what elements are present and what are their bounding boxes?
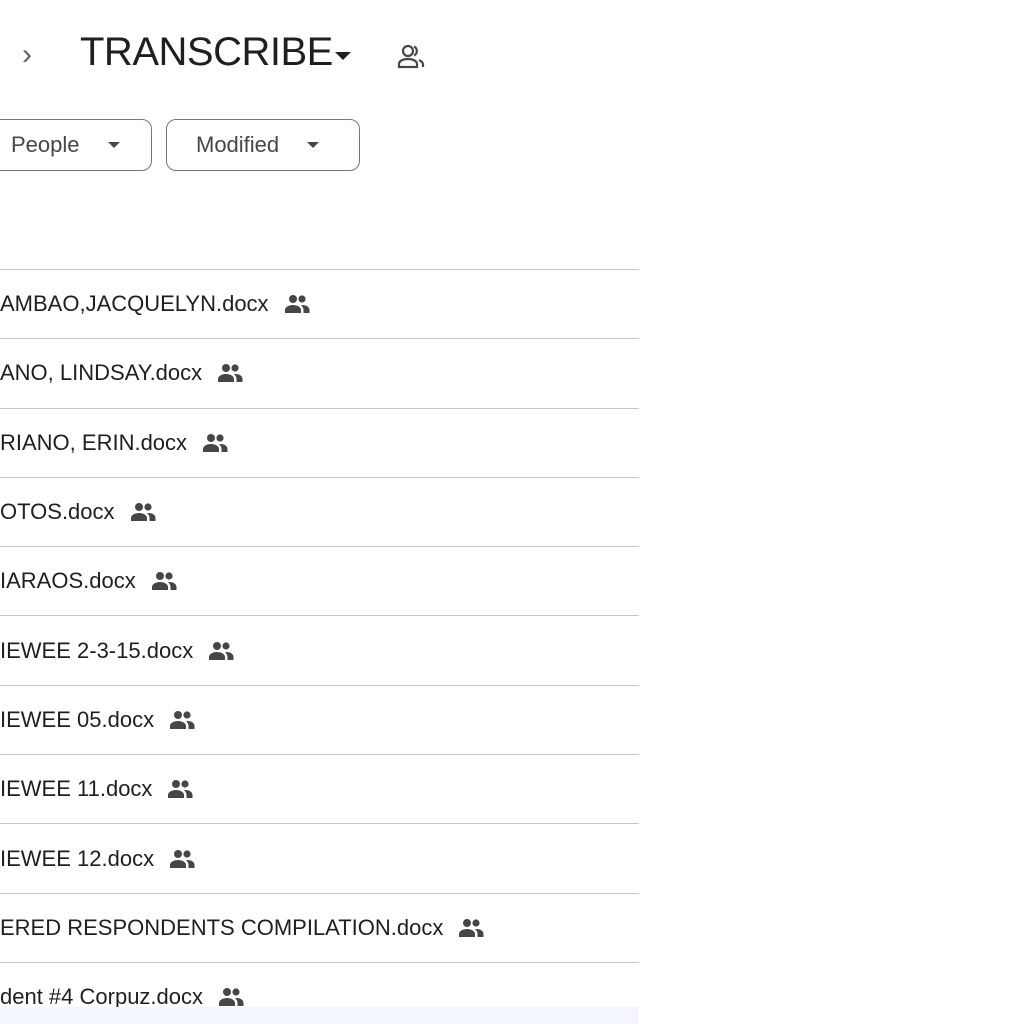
file-name: IEWEE 11.docx: [0, 776, 153, 802]
file-row[interactable]: OTOS.docx: [0, 476, 639, 546]
file-name: IARAOS.docx: [0, 568, 136, 594]
file-row[interactable]: IARAOS.docx: [0, 546, 639, 615]
shared-people-icon: [170, 710, 195, 729]
shared-people-icon: [284, 295, 310, 314]
shared-people-icon: [170, 849, 195, 868]
file-row[interactable]: ANO, LINDSAY.docx: [0, 338, 639, 407]
file-name: IEWEE 2-3-15.docx: [0, 637, 194, 663]
shared-folder-people-icon[interactable]: [396, 42, 426, 70]
file-row[interactable]: ERED RESPONDENTS COMPILATION.docx: [0, 892, 639, 962]
shared-people-icon: [203, 433, 228, 452]
list-footer-strip: [0, 1007, 639, 1024]
caret-down-icon: [107, 142, 120, 148]
file-name: IEWEE 05.docx: [0, 706, 155, 732]
file-name: ANO, LINDSAY.docx: [0, 360, 203, 386]
file-row[interactable]: IEWEE 12.docx: [0, 823, 639, 892]
file-row[interactable]: IEWEE 05.docx: [0, 684, 639, 754]
modified-filter-chip[interactable]: Modified: [166, 119, 360, 171]
caret-down-icon[interactable]: [335, 52, 351, 60]
file-row[interactable]: IEWEE 11.docx: [0, 754, 639, 823]
people-filter-chip[interactable]: People: [0, 119, 152, 171]
file-name: ERED RESPONDENTS COMPILATION.docx: [0, 914, 444, 940]
shared-people-icon: [168, 780, 193, 799]
shared-people-icon: [209, 641, 234, 660]
shared-people-icon: [151, 572, 177, 591]
file-name: AMBAO,JACQUELYN.docx: [0, 291, 269, 317]
file-row[interactable]: AMBAO,JACQUELYN.docx: [0, 269, 639, 338]
shared-people-icon: [219, 988, 244, 1007]
people-filter-label: People: [11, 132, 80, 157]
file-name: OTOS.docx: [0, 499, 115, 525]
file-row[interactable]: RIANO, ERIN.docx: [0, 407, 639, 477]
shared-people-icon: [218, 364, 243, 383]
caret-down-icon: [307, 142, 320, 148]
file-row[interactable]: IEWEE 2-3-15.docx: [0, 615, 639, 684]
modified-filter-label: Modified: [196, 132, 280, 157]
file-name: RIANO, ERIN.docx: [0, 429, 188, 455]
file-name: IEWEE 12.docx: [0, 845, 155, 871]
shared-people-icon: [459, 918, 484, 937]
breadcrumb-chevron-icon: ›: [22, 38, 32, 71]
shared-people-icon: [130, 503, 156, 522]
folder-title-dropdown[interactable]: TRANSCRIBE: [80, 30, 333, 75]
file-list: AMBAO,JACQUELYN.docx ANO, LINDSAY.docx RIA…: [0, 269, 639, 1031]
